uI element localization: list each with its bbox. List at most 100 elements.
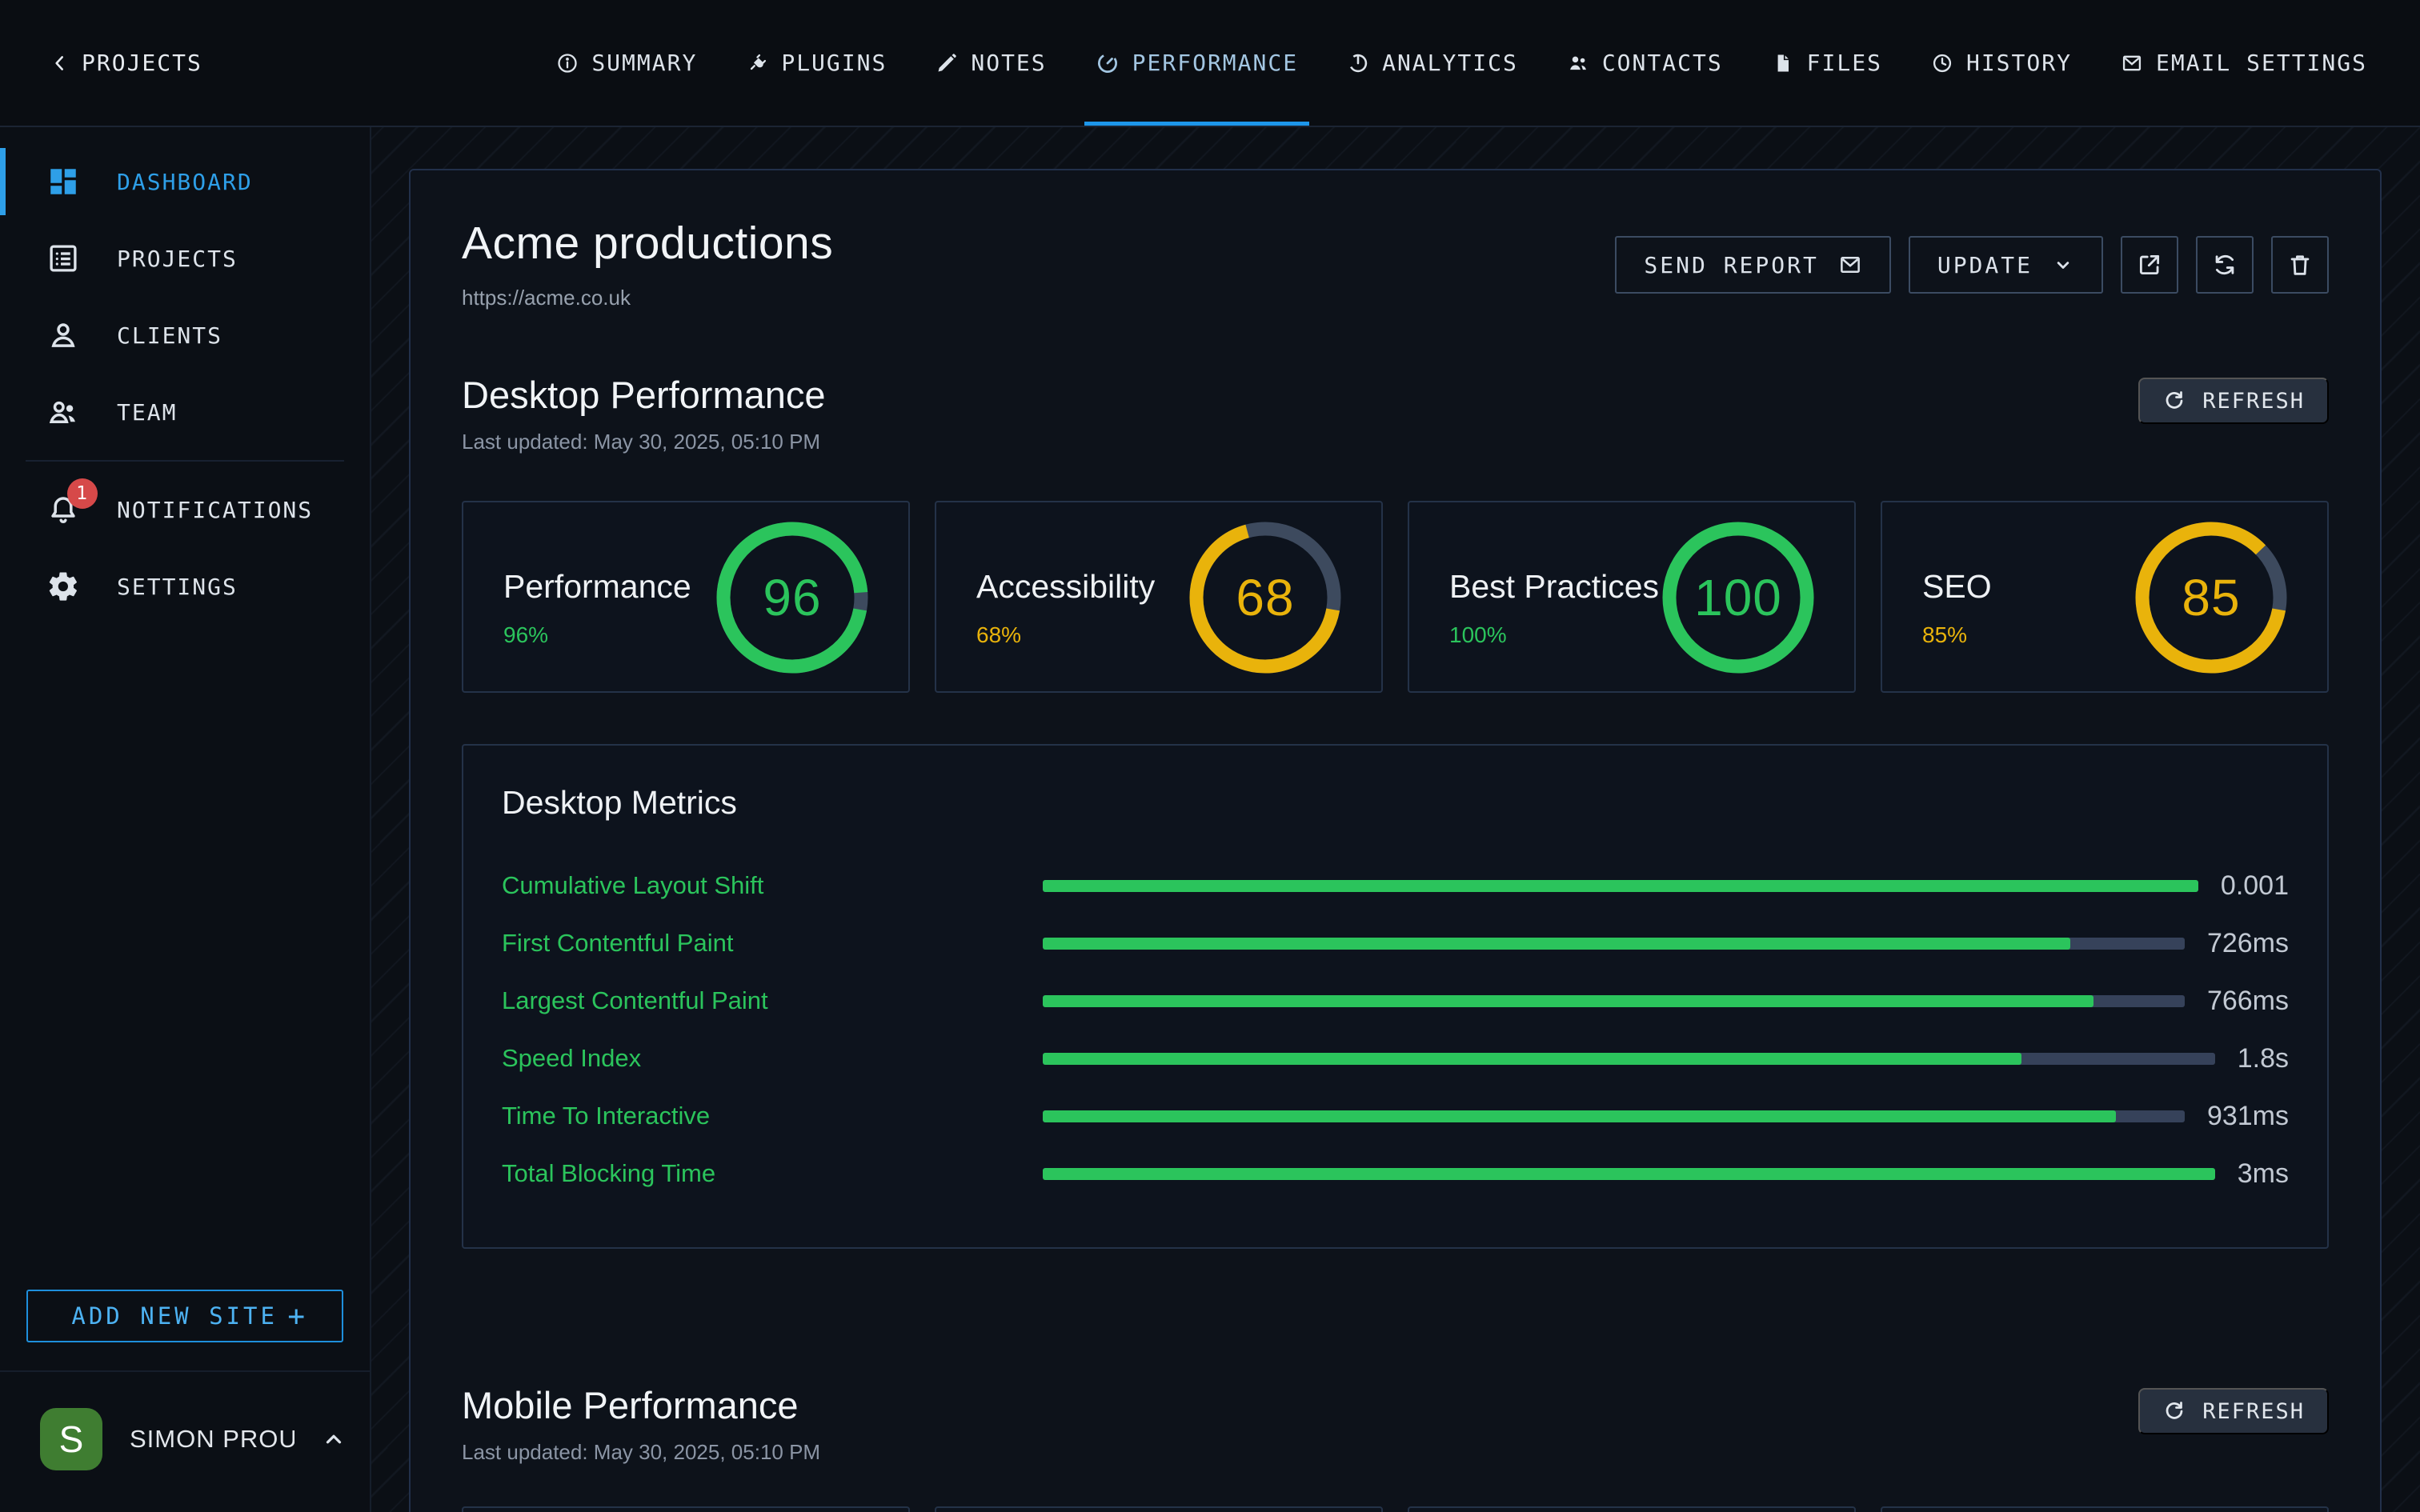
- refresh-icon: [2162, 389, 2186, 413]
- metric-rows: Cumulative Layout Shift 0.001 First Cont…: [502, 857, 2289, 1202]
- update-button[interactable]: UPDATE: [1909, 236, 2103, 294]
- tab-history[interactable]: HISTORY: [1931, 0, 2072, 126]
- mobile-gauges: [462, 1506, 2329, 1512]
- metric-bar: 1.8s: [1043, 1043, 2289, 1074]
- dashboard-icon: [45, 165, 82, 198]
- desktop-refresh-button[interactable]: REFRESH: [2138, 378, 2329, 424]
- metric-label: Largest Contentful Paint: [502, 986, 1043, 1015]
- metric-row: Largest Contentful Paint 766ms: [502, 972, 2289, 1030]
- gauge-title: Performance: [503, 568, 691, 606]
- metric-label: Time To Interactive: [502, 1102, 1043, 1130]
- gauge-icon: [1096, 51, 1120, 75]
- sidebar-item-team[interactable]: TEAM: [0, 374, 370, 450]
- mobile-refresh-button[interactable]: REFRESH: [2138, 1388, 2329, 1434]
- trash-icon: [2286, 251, 2314, 278]
- desktop-performance-heading: Desktop Performance: [462, 373, 826, 417]
- sidebar-item-clients[interactable]: CLIENTS: [0, 297, 370, 374]
- sync-icon: [2211, 251, 2238, 278]
- back-to-projects-link[interactable]: PROJECTS: [50, 0, 202, 126]
- gauge-score: 68: [1189, 522, 1341, 674]
- tab-label: NOTES: [971, 50, 1046, 76]
- metric-value: 0.001: [2221, 870, 2289, 902]
- team-icon: [45, 395, 82, 429]
- top-nav: PROJECTS SUMMARY PLUGINS NOTES PERFORMAN…: [0, 0, 2420, 127]
- clock-icon: [1931, 52, 1953, 74]
- gauge-card-performance: Performance 96% 96: [462, 501, 910, 693]
- metric-bar: 931ms: [1043, 1101, 2289, 1132]
- mobile-gauge-card: [935, 1506, 1383, 1512]
- open-external-button[interactable]: [2121, 236, 2178, 294]
- user-menu[interactable]: S SIMON PROUDFO…: [40, 1406, 346, 1473]
- metric-row: Time To Interactive 931ms: [502, 1087, 2289, 1145]
- send-report-button[interactable]: SEND REPORT: [1615, 236, 1890, 294]
- gauge-percent: 100%: [1449, 622, 1507, 648]
- sidebar: DASHBOARD PROJECTS CLIENTS TEAM 1 NOTIFI…: [0, 127, 371, 1512]
- metric-bar: 726ms: [1043, 928, 2289, 959]
- metric-row: Speed Index 1.8s: [502, 1030, 2289, 1087]
- gauge-percent: 96%: [503, 622, 548, 648]
- tab-summary[interactable]: SUMMARY: [556, 0, 697, 126]
- site-title-block: Acme productions https://acme.co.uk: [462, 217, 833, 310]
- desktop-gauges: Performance 96% 96 Accessibility 68% 68 …: [462, 501, 2329, 693]
- desktop-metrics-panel: Desktop Metrics Cumulative Layout Shift …: [462, 744, 2329, 1249]
- user-name: SIMON PROUDFO…: [130, 1425, 294, 1454]
- gauge-title: Accessibility: [976, 568, 1155, 606]
- tab-email-settings[interactable]: EMAIL SETTINGS: [2121, 0, 2367, 126]
- chevron-down-icon: [2052, 254, 2074, 276]
- update-label: UPDATE: [1937, 252, 2033, 278]
- add-new-site-button[interactable]: ADD NEW SITE +: [26, 1290, 343, 1342]
- sidebar-item-notifications[interactable]: 1 NOTIFICATIONS: [0, 471, 370, 548]
- refresh-label: REFRESH: [2202, 1399, 2305, 1424]
- metric-bar: 3ms: [1043, 1158, 2289, 1190]
- mobile-performance-heading: Mobile Performance: [462, 1383, 820, 1427]
- tab-performance[interactable]: PERFORMANCE: [1096, 0, 1298, 126]
- mobile-last-updated: Last updated: May 30, 2025, 05:10 PM: [462, 1440, 820, 1465]
- sidebar-item-projects[interactable]: PROJECTS: [0, 220, 370, 297]
- metric-label: Cumulative Layout Shift: [502, 871, 1043, 900]
- gauge-title: Best Practices: [1449, 568, 1659, 606]
- sidebar-bottom-divider: [0, 1370, 370, 1372]
- tab-files[interactable]: FILES: [1772, 0, 1882, 126]
- tab-contacts[interactable]: CONTACTS: [1567, 0, 1723, 126]
- sync-button[interactable]: [2196, 236, 2254, 294]
- site-header: Acme productions https://acme.co.uk SEND…: [462, 217, 2329, 310]
- sidebar-item-label: CLIENTS: [117, 322, 222, 349]
- file-icon: [1772, 52, 1794, 74]
- tab-notes[interactable]: NOTES: [936, 0, 1046, 126]
- send-report-label: SEND REPORT: [1644, 252, 1818, 278]
- sidebar-divider: [26, 460, 344, 462]
- avatar: S: [40, 1408, 102, 1470]
- tab-label: PLUGINS: [781, 50, 887, 76]
- plug-icon: [746, 52, 768, 74]
- delete-button[interactable]: [2271, 236, 2329, 294]
- mobile-gauge-card: [462, 1506, 910, 1512]
- clients-icon: [45, 318, 82, 352]
- envelope-icon: [1838, 253, 1862, 277]
- gauge-title: SEO: [1922, 568, 1992, 606]
- tab-analytics[interactable]: ANALYTICS: [1347, 0, 1518, 126]
- tab-plugins[interactable]: PLUGINS: [746, 0, 887, 126]
- site-url: https://acme.co.uk: [462, 286, 833, 310]
- tab-label: EMAIL SETTINGS: [2156, 50, 2367, 76]
- external-link-icon: [2136, 251, 2163, 278]
- gauge-card-best-practices: Best Practices 100% 100: [1408, 501, 1856, 693]
- metric-row: Total Blocking Time 3ms: [502, 1145, 2289, 1202]
- metric-label: First Contentful Paint: [502, 929, 1043, 958]
- add-new-site-label: ADD NEW SITE: [62, 1302, 287, 1330]
- page-title: Acme productions: [462, 217, 833, 270]
- plus-icon: +: [287, 1300, 308, 1333]
- sidebar-item-dashboard[interactable]: DASHBOARD: [0, 143, 370, 220]
- mobile-gauge-card: [1881, 1506, 2329, 1512]
- sidebar-item-label: PROJECTS: [117, 246, 238, 272]
- gauge-score: 96: [716, 522, 868, 674]
- sidebar-item-settings[interactable]: SETTINGS: [0, 548, 370, 625]
- desktop-metrics-title: Desktop Metrics: [502, 784, 2289, 822]
- metric-value: 3ms: [2238, 1158, 2289, 1190]
- metric-bar: 0.001: [1043, 870, 2289, 902]
- gauge-percent: 85%: [1922, 622, 1967, 648]
- site-actions: SEND REPORT UPDATE: [1615, 236, 2329, 294]
- mobile-gauge-card: [1408, 1506, 1856, 1512]
- tab-label: FILES: [1807, 50, 1882, 76]
- notification-badge: 1: [67, 478, 98, 509]
- gauge-card-accessibility: Accessibility 68% 68: [935, 501, 1383, 693]
